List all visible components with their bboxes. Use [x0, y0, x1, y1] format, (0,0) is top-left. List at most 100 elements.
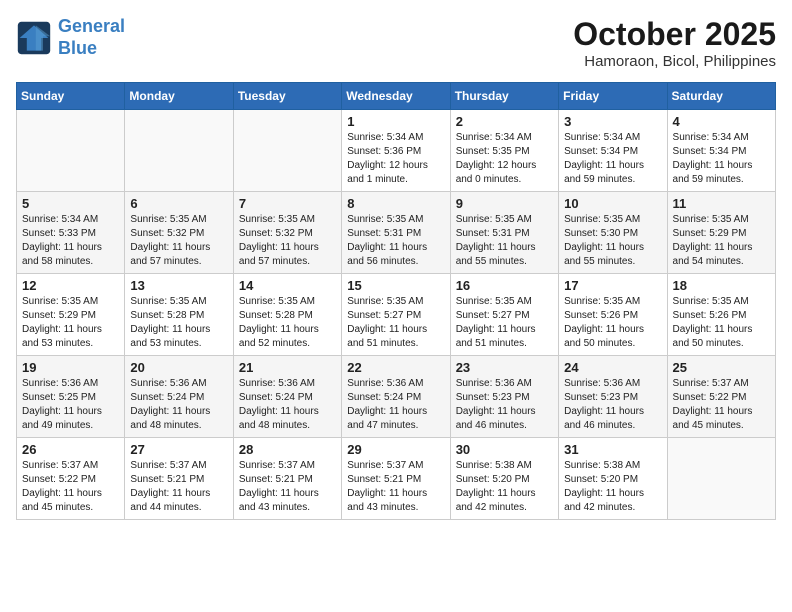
day-info: Sunrise: 5:35 AM Sunset: 5:31 PM Dayligh… [347, 213, 444, 269]
day-number: 16 [456, 278, 553, 293]
calendar-cell: 1Sunrise: 5:34 AM Sunset: 5:36 PM Daylig… [342, 110, 450, 192]
day-info: Sunrise: 5:35 AM Sunset: 5:32 PM Dayligh… [130, 213, 227, 269]
day-info: Sunrise: 5:36 AM Sunset: 5:25 PM Dayligh… [22, 377, 119, 433]
day-info: Sunrise: 5:34 AM Sunset: 5:33 PM Dayligh… [22, 213, 119, 269]
calendar-cell: 31 Sunrise: 5:38 AM Sunset: 5:20 PM Dayli… [559, 438, 667, 520]
calendar-cell: 3 Sunrise: 5:34 AM Sunset: 5:34 PM Daylig… [559, 110, 667, 192]
day-info: Sunrise: 5:34 AM Sunset: 5:35 PM Dayligh… [456, 131, 553, 187]
day-number: 15 [347, 278, 444, 293]
day-info: Sunrise: 5:35 AM Sunset: 5:28 PM Dayligh… [239, 295, 336, 351]
day-info: Sunrise: 5:38 AM Sunset: 5:20 PM Dayligh… [456, 459, 553, 515]
calendar-cell: 30 Sunrise: 5:38 AM Sunset: 5:20 PM Dayli… [450, 438, 558, 520]
calendar-week-4: 19Sunrise: 5:36 AM Sunset: 5:25 PM Dayli… [17, 356, 776, 438]
calendar-cell: 17 Sunrise: 5:35 AM Sunset: 5:26 PM Dayli… [559, 274, 667, 356]
day-info: Sunrise: 5:36 AM Sunset: 5:23 PM Dayligh… [564, 377, 661, 433]
day-info: Sunrise: 5:34 AM Sunset: 5:36 PM Dayligh… [347, 131, 444, 187]
calendar-week-1: 1Sunrise: 5:34 AM Sunset: 5:36 PM Daylig… [17, 110, 776, 192]
calendar-cell: 14 Sunrise: 5:35 AM Sunset: 5:28 PM Dayli… [233, 274, 341, 356]
day-number: 9 [456, 196, 553, 211]
calendar-cell: 6 Sunrise: 5:35 AM Sunset: 5:32 PM Daylig… [125, 192, 233, 274]
page-header: General Blue October 2025 Hamoraon, Bico… [16, 16, 776, 70]
calendar-week-3: 12 Sunrise: 5:35 AM Sunset: 5:29 PM Dayli… [17, 274, 776, 356]
calendar-cell [667, 438, 775, 520]
header-row: SundayMondayTuesdayWednesdayThursdayFrid… [17, 83, 776, 110]
day-info: Sunrise: 5:35 AM Sunset: 5:31 PM Dayligh… [456, 213, 553, 269]
day-number: 20 [130, 360, 227, 375]
calendar-cell: 19Sunrise: 5:36 AM Sunset: 5:25 PM Dayli… [17, 356, 125, 438]
day-info: Sunrise: 5:37 AM Sunset: 5:21 PM Dayligh… [239, 459, 336, 515]
day-number: 31 [564, 442, 661, 457]
month-title: October 2025 [573, 16, 776, 53]
title-block: October 2025 Hamoraon, Bicol, Philippine… [573, 16, 776, 70]
calendar-cell: 22 Sunrise: 5:36 AM Sunset: 5:24 PM Dayli… [342, 356, 450, 438]
weekday-header-wednesday: Wednesday [342, 83, 450, 110]
day-info: Sunrise: 5:36 AM Sunset: 5:24 PM Dayligh… [347, 377, 444, 433]
day-number: 23 [456, 360, 553, 375]
day-number: 12 [22, 278, 119, 293]
day-info: Sunrise: 5:35 AM Sunset: 5:26 PM Dayligh… [673, 295, 770, 351]
day-info: Sunrise: 5:35 AM Sunset: 5:27 PM Dayligh… [456, 295, 553, 351]
day-number: 5 [22, 196, 119, 211]
day-number: 26 [22, 442, 119, 457]
calendar-cell: 5 Sunrise: 5:34 AM Sunset: 5:33 PM Daylig… [17, 192, 125, 274]
calendar-body: 1Sunrise: 5:34 AM Sunset: 5:36 PM Daylig… [17, 110, 776, 520]
calendar-header: SundayMondayTuesdayWednesdayThursdayFrid… [17, 83, 776, 110]
day-info: Sunrise: 5:34 AM Sunset: 5:34 PM Dayligh… [564, 131, 661, 187]
day-number: 11 [673, 196, 770, 211]
logo-text: General Blue [58, 16, 125, 59]
weekday-header-thursday: Thursday [450, 83, 558, 110]
day-number: 14 [239, 278, 336, 293]
day-number: 27 [130, 442, 227, 457]
day-info: Sunrise: 5:35 AM Sunset: 5:29 PM Dayligh… [22, 295, 119, 351]
calendar-table: SundayMondayTuesdayWednesdayThursdayFrid… [16, 82, 776, 520]
weekday-header-friday: Friday [559, 83, 667, 110]
calendar-cell: 12 Sunrise: 5:35 AM Sunset: 5:29 PM Dayli… [17, 274, 125, 356]
day-number: 29 [347, 442, 444, 457]
calendar-cell: 29Sunrise: 5:37 AM Sunset: 5:21 PM Dayli… [342, 438, 450, 520]
day-info: Sunrise: 5:37 AM Sunset: 5:22 PM Dayligh… [673, 377, 770, 433]
calendar-cell: 16 Sunrise: 5:35 AM Sunset: 5:27 PM Dayli… [450, 274, 558, 356]
calendar-cell: 13 Sunrise: 5:35 AM Sunset: 5:28 PM Dayli… [125, 274, 233, 356]
day-number: 21 [239, 360, 336, 375]
calendar-week-5: 26 Sunrise: 5:37 AM Sunset: 5:22 PM Dayli… [17, 438, 776, 520]
day-info: Sunrise: 5:35 AM Sunset: 5:32 PM Dayligh… [239, 213, 336, 269]
day-number: 30 [456, 442, 553, 457]
day-number: 13 [130, 278, 227, 293]
calendar-cell: 26 Sunrise: 5:37 AM Sunset: 5:22 PM Dayli… [17, 438, 125, 520]
day-number: 6 [130, 196, 227, 211]
logo-icon [16, 20, 52, 56]
day-info: Sunrise: 5:35 AM Sunset: 5:26 PM Dayligh… [564, 295, 661, 351]
day-info: Sunrise: 5:35 AM Sunset: 5:30 PM Dayligh… [564, 213, 661, 269]
location-subtitle: Hamoraon, Bicol, Philippines [573, 53, 776, 70]
day-info: Sunrise: 5:36 AM Sunset: 5:24 PM Dayligh… [130, 377, 227, 433]
calendar-cell: 2Sunrise: 5:34 AM Sunset: 5:35 PM Daylig… [450, 110, 558, 192]
day-number: 18 [673, 278, 770, 293]
weekday-header-tuesday: Tuesday [233, 83, 341, 110]
day-info: Sunrise: 5:36 AM Sunset: 5:23 PM Dayligh… [456, 377, 553, 433]
day-number: 25 [673, 360, 770, 375]
calendar-cell: 11 Sunrise: 5:35 AM Sunset: 5:29 PM Dayli… [667, 192, 775, 274]
calendar-cell: 18 Sunrise: 5:35 AM Sunset: 5:26 PM Dayli… [667, 274, 775, 356]
day-number: 24 [564, 360, 661, 375]
day-number: 17 [564, 278, 661, 293]
weekday-header-saturday: Saturday [667, 83, 775, 110]
day-number: 22 [347, 360, 444, 375]
calendar-cell: 9 Sunrise: 5:35 AM Sunset: 5:31 PM Daylig… [450, 192, 558, 274]
calendar-cell: 28 Sunrise: 5:37 AM Sunset: 5:21 PM Dayli… [233, 438, 341, 520]
day-info: Sunrise: 5:37 AM Sunset: 5:22 PM Dayligh… [22, 459, 119, 515]
day-info: Sunrise: 5:36 AM Sunset: 5:24 PM Dayligh… [239, 377, 336, 433]
calendar-cell: 20 Sunrise: 5:36 AM Sunset: 5:24 PM Dayli… [125, 356, 233, 438]
day-info: Sunrise: 5:35 AM Sunset: 5:28 PM Dayligh… [130, 295, 227, 351]
weekday-header-sunday: Sunday [17, 83, 125, 110]
calendar-cell: 7Sunrise: 5:35 AM Sunset: 5:32 PM Daylig… [233, 192, 341, 274]
calendar-cell: 23 Sunrise: 5:36 AM Sunset: 5:23 PM Dayli… [450, 356, 558, 438]
day-number: 3 [564, 114, 661, 129]
day-number: 10 [564, 196, 661, 211]
day-number: 4 [673, 114, 770, 129]
day-info: Sunrise: 5:35 AM Sunset: 5:29 PM Dayligh… [673, 213, 770, 269]
calendar-cell: 8Sunrise: 5:35 AM Sunset: 5:31 PM Daylig… [342, 192, 450, 274]
day-number: 28 [239, 442, 336, 457]
day-info: Sunrise: 5:38 AM Sunset: 5:20 PM Dayligh… [564, 459, 661, 515]
weekday-header-monday: Monday [125, 83, 233, 110]
calendar-cell: 4Sunrise: 5:34 AM Sunset: 5:34 PM Daylig… [667, 110, 775, 192]
